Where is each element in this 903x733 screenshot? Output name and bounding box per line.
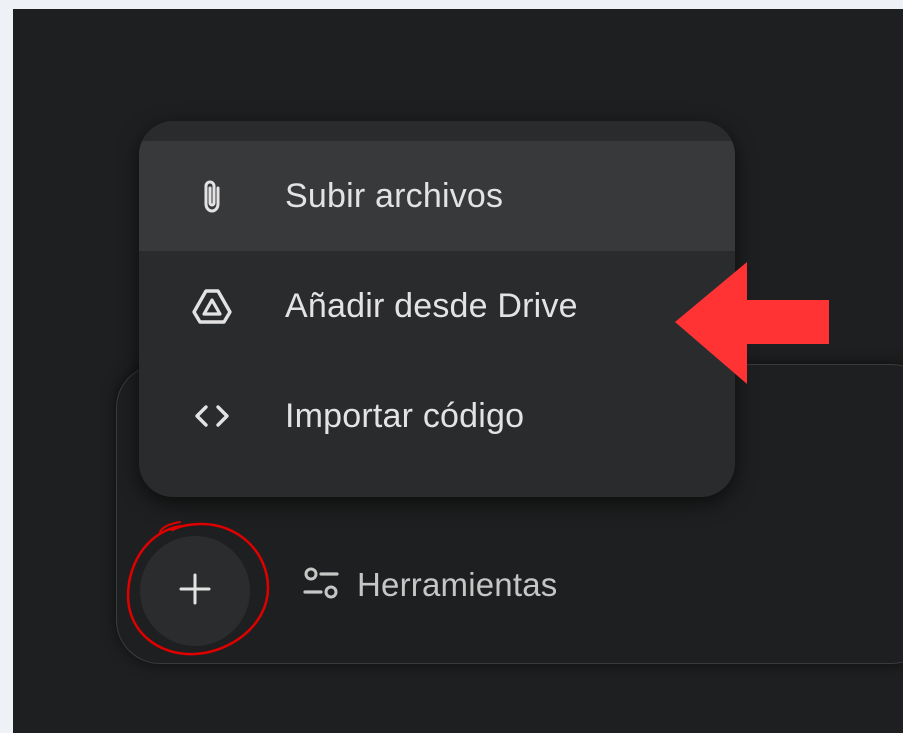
attachment-menu: Subir archivos Añadir desde Drive Import… — [139, 121, 735, 497]
menu-item-upload-files[interactable]: Subir archivos — [139, 141, 735, 251]
menu-item-label: Subir archivos — [285, 176, 504, 215]
add-attachment-button[interactable] — [140, 536, 250, 646]
menu-item-add-from-drive[interactable]: Añadir desde Drive — [139, 251, 735, 361]
menu-item-import-code[interactable]: Importar código — [139, 361, 735, 471]
code-brackets-icon — [189, 393, 235, 439]
menu-item-label: Añadir desde Drive — [285, 286, 578, 325]
tune-sliders-icon — [301, 563, 341, 608]
tools-label: Herramientas — [357, 566, 558, 603]
plus-icon — [177, 571, 213, 612]
app-canvas: Herramientas Subir archivos Añadir desde… — [13, 9, 903, 733]
google-drive-icon — [189, 283, 235, 329]
paperclip-icon — [189, 173, 235, 219]
tools-button[interactable]: Herramientas — [301, 559, 557, 611]
menu-item-label: Importar código — [285, 396, 525, 435]
